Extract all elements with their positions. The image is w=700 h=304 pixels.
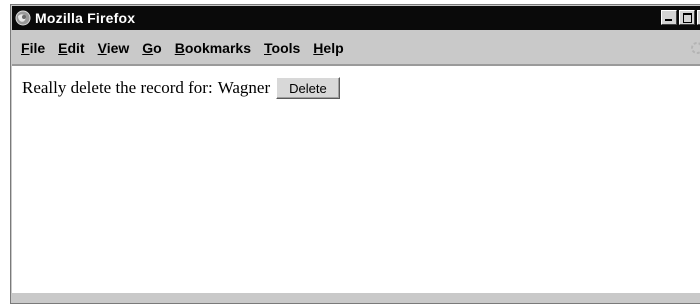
confirmation-text: Really delete the record for:: [22, 78, 213, 97]
menu-go[interactable]: Go: [142, 40, 161, 56]
menu-tools[interactable]: Tools: [264, 40, 300, 56]
menu-view[interactable]: View: [98, 40, 130, 56]
firefox-globe-icon: [15, 10, 31, 26]
activity-throbber-icon: [689, 40, 700, 56]
record-name: Wagner: [217, 78, 271, 97]
title-bar[interactable]: Mozilla Firefox ×: [12, 6, 700, 30]
menu-bar: File Edit View Go Bookmarks Tools Help: [12, 31, 700, 65]
delete-confirmation: Really delete the record for: Wagner Del…: [22, 77, 340, 99]
menu-bookmarks[interactable]: Bookmarks: [175, 40, 251, 56]
page-content: Really delete the record for: Wagner Del…: [12, 65, 700, 293]
minimize-button[interactable]: [661, 10, 677, 25]
window-title: Mozilla Firefox: [35, 10, 136, 26]
menu-help[interactable]: Help: [313, 40, 343, 56]
menu-edit[interactable]: Edit: [58, 40, 84, 56]
window-controls: ×: [661, 10, 700, 25]
maximize-button[interactable]: [679, 10, 695, 25]
delete-button[interactable]: Delete: [276, 77, 340, 99]
browser-window: Mozilla Firefox × File Edit View Go Book…: [10, 4, 700, 304]
menu-file[interactable]: File: [21, 40, 45, 56]
